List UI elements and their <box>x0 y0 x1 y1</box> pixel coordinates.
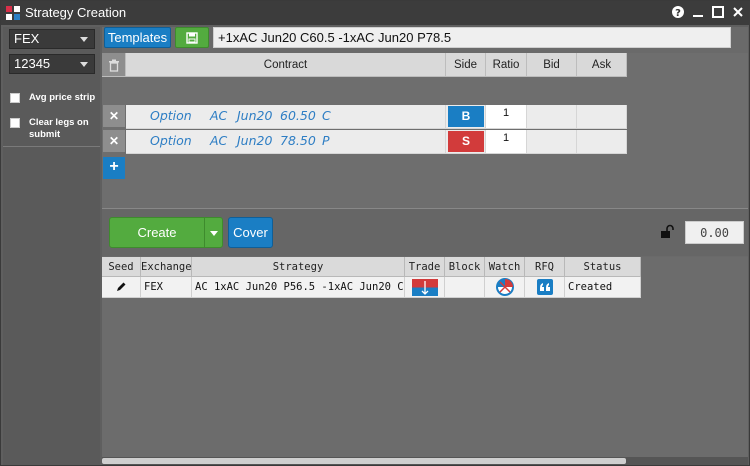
header-seed: Seed <box>102 257 141 277</box>
leg-product: AC <box>210 108 228 123</box>
watch-cell <box>485 277 525 298</box>
remove-leg-icon: ✕ <box>108 134 120 148</box>
help-icon[interactable]: ? <box>671 5 685 19</box>
header-ask: Ask <box>577 53 627 77</box>
leg-contract-cell[interactable]: Option AC Jun20 60.50 C <box>126 105 446 129</box>
header-status: Status <box>565 257 641 277</box>
avg-price-strip-checkbox[interactable] <box>10 93 20 103</box>
trade-icon[interactable] <box>411 279 438 296</box>
remove-leg-icon: ✕ <box>108 109 120 123</box>
leg-bid-cell <box>527 130 577 154</box>
header-bid: Bid <box>527 53 577 77</box>
header-rfq: RFQ <box>525 257 565 277</box>
orders-table: Seed Exchange Strategy Trade Block Watch… <box>102 257 748 457</box>
app-logo-icon <box>6 6 20 20</box>
rfq-cell <box>525 277 565 298</box>
avg-price-strip-label: Avg price strip <box>29 92 96 103</box>
leg-ratio: 1 <box>503 132 510 144</box>
buy-side-button[interactable]: B <box>448 106 484 127</box>
header-contract: Contract <box>126 53 446 77</box>
clear-legs-label: Clear legs on submit <box>29 117 89 140</box>
close-icon[interactable] <box>731 5 745 19</box>
remove-leg-button[interactable]: ✕ <box>103 130 125 152</box>
order-strategy: AC 1xAC Jun20 P56.5 -1xAC Jun20 C60.5 <box>192 277 405 298</box>
rfq-icon[interactable] <box>536 279 553 295</box>
sell-side-button[interactable]: S <box>448 131 484 152</box>
add-leg-icon: + <box>109 158 119 175</box>
watch-icon[interactable] <box>495 278 514 296</box>
create-dropdown-button[interactable] <box>204 217 223 248</box>
block-cell[interactable] <box>445 277 485 298</box>
templates-button[interactable]: Templates <box>104 27 171 48</box>
maximize-icon[interactable] <box>711 5 725 19</box>
leg-ratio-cell[interactable]: 1 <box>486 130 527 154</box>
remove-leg-button[interactable]: ✕ <box>103 105 125 127</box>
window-title: Strategy Creation <box>25 5 127 20</box>
legs-table: Contract Side Ratio Bid Ask ✕ Option AC … <box>102 53 627 154</box>
account-select[interactable]: 12345 <box>9 54 95 74</box>
action-bar: Create Cover 0.00 <box>102 208 748 256</box>
account-select-value: 12345 <box>14 56 51 71</box>
unlock-icon[interactable] <box>659 224 675 240</box>
horizontal-scrollbar[interactable] <box>102 457 748 465</box>
leg-ratio: 1 <box>503 107 510 119</box>
leg-callput: C <box>322 108 331 123</box>
left-divider <box>3 146 100 147</box>
header-side: Side <box>446 53 486 77</box>
header-block: Block <box>445 257 485 277</box>
scrollbar-thumb[interactable] <box>102 458 626 464</box>
main-panel: Templates +1xAC Jun20 C60.5 -1xAC Jun20 … <box>102 27 748 465</box>
leg-type: Option <box>150 133 192 148</box>
order-status: Created <box>565 277 641 298</box>
leg-expiry: Jun20 <box>237 133 273 148</box>
strategy-input[interactable]: +1xAC Jun20 C60.5 -1xAC Jun20 P78.5 <box>213 27 731 48</box>
leg-product: AC <box>210 133 228 148</box>
leg-expiry: Jun20 <box>237 108 273 123</box>
leg-strike: 60.50 <box>280 108 316 123</box>
save-button[interactable] <box>175 27 209 48</box>
leg-ask-cell <box>577 105 627 129</box>
order-exchange: FEX <box>141 277 192 298</box>
header-strategy: Strategy <box>192 257 405 277</box>
svg-text:?: ? <box>675 8 681 19</box>
cover-button[interactable]: Cover <box>228 217 273 248</box>
save-icon <box>186 32 198 44</box>
create-button[interactable]: Create <box>109 217 205 248</box>
header-exchange: Exchange <box>141 257 192 277</box>
minimize-icon[interactable] <box>691 5 705 19</box>
leg-type: Option <box>150 108 192 123</box>
clear-all-legs-button[interactable] <box>102 53 126 77</box>
leg-callput: P <box>322 133 330 148</box>
header-ratio: Ratio <box>486 53 527 77</box>
seed-cell[interactable] <box>102 277 141 298</box>
clear-legs-checkbox[interactable] <box>10 118 20 128</box>
pencil-icon <box>117 282 126 291</box>
trade-cell <box>405 277 445 298</box>
leg-contract-cell[interactable]: Option AC Jun20 78.50 P <box>126 130 446 154</box>
dropdown-icon <box>209 231 218 236</box>
trash-icon <box>108 59 119 72</box>
chevron-down-icon <box>80 62 88 67</box>
header-trade: Trade <box>405 257 445 277</box>
strategy-creation-window: Strategy Creation ? FEX 12345 Avg price … <box>0 0 750 466</box>
leg-ratio-cell[interactable]: 1 <box>486 105 527 129</box>
chevron-down-icon <box>80 37 88 42</box>
exchange-select[interactable]: FEX <box>9 29 95 49</box>
leg-strike: 78.50 <box>280 133 316 148</box>
title-bar[interactable]: Strategy Creation ? <box>1 1 750 25</box>
leg-bid-cell <box>527 105 577 129</box>
header-watch: Watch <box>485 257 525 277</box>
legs-area: Contract Side Ratio Bid Ask ✕ Option AC … <box>102 53 748 208</box>
add-leg-button[interactable]: + <box>103 157 125 179</box>
leg-side-cell: B <box>446 105 486 129</box>
left-pane: FEX 12345 Avg price strip Clear legs on … <box>3 27 100 465</box>
price-input[interactable]: 0.00 <box>685 221 744 244</box>
leg-side-cell: S <box>446 130 486 154</box>
leg-ask-cell <box>577 130 627 154</box>
exchange-select-value: FEX <box>14 31 40 46</box>
